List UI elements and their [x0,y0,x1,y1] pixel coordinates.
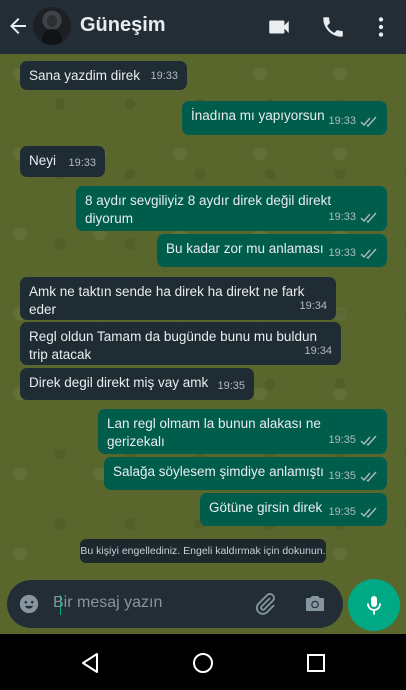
message-incoming[interactable]: Sana yazdim direk 19:33 [20,61,187,90]
nav-home-icon[interactable] [191,651,215,675]
attach-icon[interactable] [253,592,277,616]
message-incoming[interactable]: Regl oldun Tamam da bugünde bunu mu buld… [20,322,341,365]
message-outgoing[interactable]: Götüne girsin direk 19:35 [200,493,387,526]
message-time: 19:33 [328,115,356,127]
message-text: Direk degil direkt miş vay amk [29,375,209,390]
message-outgoing[interactable]: Salağa söylesem şimdiye anlamıştı 19:35 [104,457,387,490]
message-outgoing[interactable]: İnadına mı yapıyorsun 19:33 [182,101,387,135]
message-time: 19:33 [150,70,178,82]
read-receipt-icon [360,471,377,482]
phone-call-icon[interactable] [320,14,346,40]
read-receipt-icon [360,248,377,259]
message-input[interactable]: Bir mesaj yazın [7,580,343,628]
message-text: Amk ne taktın sende ha direk ha direkt n… [29,284,305,317]
message-text: Götüne girsin direk [209,500,323,515]
message-time: 19:34 [299,300,327,312]
message-text: İnadına mı yapıyorsun [191,108,325,123]
message-text: Neyi [29,153,57,168]
message-text: Sana yazdim direk [29,68,141,83]
message-time: 19:35 [328,470,356,482]
emoji-icon[interactable] [18,593,40,615]
chat-area[interactable]: Sana yazdim direk 19:33 İnadına mı yapıy… [0,54,406,584]
camera-icon[interactable] [303,592,327,616]
read-receipt-icon [360,116,377,127]
message-outgoing[interactable]: Bu kadar zor mu anlaması 19:33 [157,234,387,267]
read-receipt-icon [360,212,377,223]
voice-message-button[interactable] [348,579,400,631]
chat-header: Güneşim [0,0,406,54]
video-call-icon[interactable] [266,14,292,40]
message-outgoing[interactable]: Lan regl olmam la bunun alakası ne geriz… [98,409,387,454]
message-incoming[interactable]: Amk ne taktın sende ha direk ha direkt n… [20,277,336,320]
message-time: 19:34 [304,345,332,357]
read-receipt-icon [360,507,377,518]
message-time: 19:35 [217,380,245,392]
system-navigation-bar [0,634,406,690]
message-text: Regl oldun Tamam da bugünde bunu mu buld… [29,329,317,362]
message-time: 19:33 [328,247,356,259]
message-incoming[interactable]: Direk degil direkt miş vay amk 19:35 [20,368,254,400]
compose-bar: Bir mesaj yazın [0,576,406,634]
message-time: 19:33 [328,211,356,223]
message-outgoing[interactable]: 8 aydır sevgiliyiz 8 aydır direk değil d… [76,186,387,231]
back-arrow-icon[interactable] [6,14,30,38]
message-text: Salağa söylesem şimdiye anlamıştı [113,464,324,479]
contact-name[interactable]: Güneşim [80,14,166,37]
message-time: 19:35 [328,506,356,518]
message-text: 8 aydır sevgiliyiz 8 aydır direk değil d… [85,193,332,226]
contact-avatar[interactable] [33,7,71,45]
message-time: 19:33 [68,157,96,169]
nav-back-icon[interactable] [78,651,102,675]
message-text: Lan regl olmam la bunun alakası ne geriz… [107,416,321,449]
message-text: Bu kadar zor mu anlaması [166,241,324,256]
microphone-icon [367,596,381,615]
more-options-icon[interactable] [368,14,394,40]
nav-recents-icon[interactable] [304,651,328,675]
input-placeholder: Bir mesaj yazın [53,594,163,611]
blocked-contact-notice[interactable]: Bu kişiyi engellediniz. Engeli kaldırmak… [80,539,326,563]
message-time: 19:35 [328,434,356,446]
message-incoming[interactable]: Neyi 19:33 [20,146,105,177]
read-receipt-icon [360,435,377,446]
